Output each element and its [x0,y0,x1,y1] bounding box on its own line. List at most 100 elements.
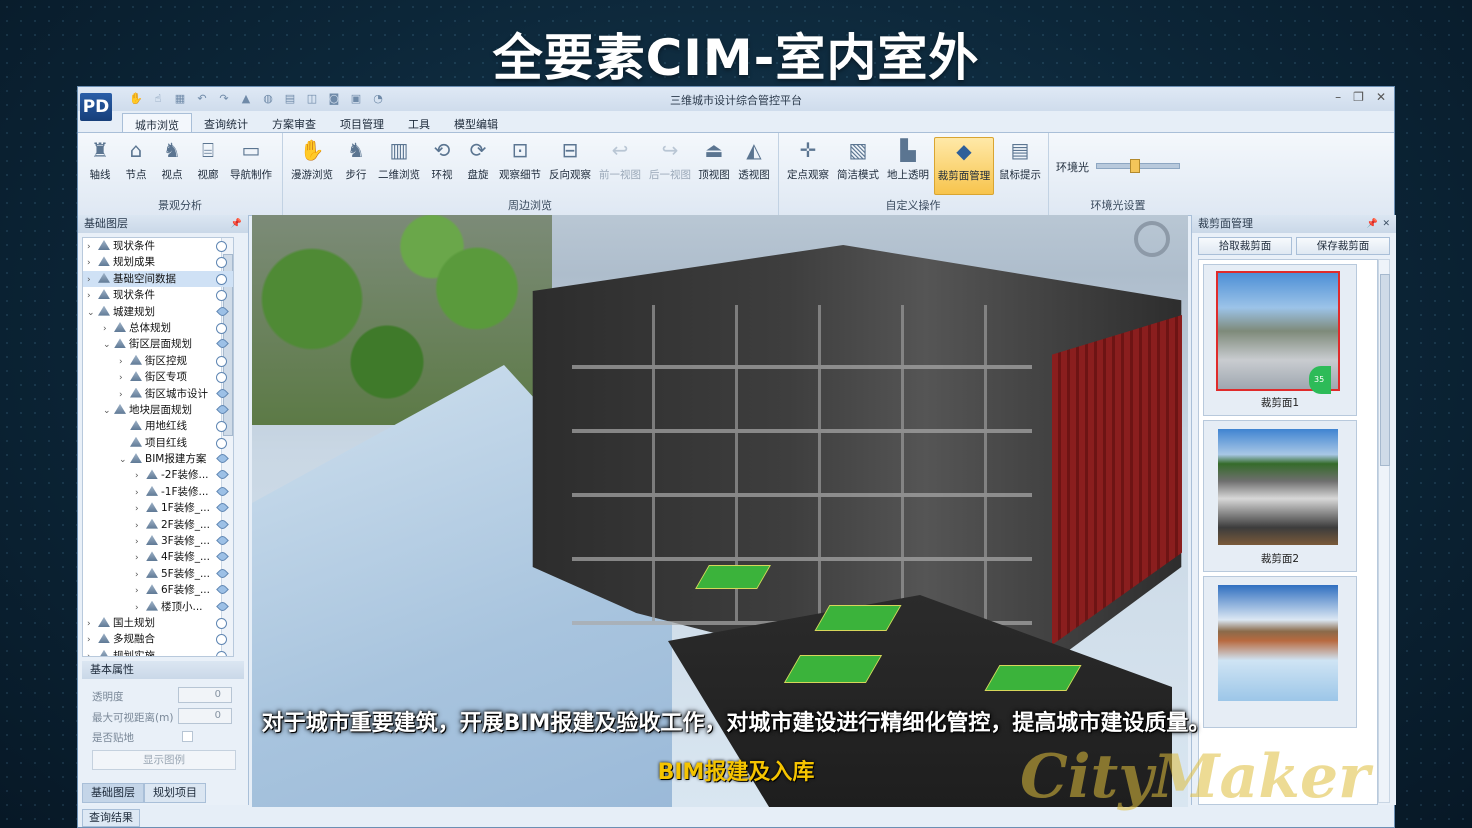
layer-tree-item[interactable]: › 街区城市设计 [83,386,233,402]
node-button[interactable]: ⌂ 节点 [116,137,156,182]
top-view-button[interactable]: ⏏ 顶视图 [694,137,734,182]
fixed-observe-button[interactable]: ✛ 定点观察 [784,137,832,182]
roam-button[interactable]: ✋ 漫游浏览 [288,137,336,182]
close-button[interactable]: ✕ [1376,90,1386,104]
visibility-toggle-icon[interactable] [216,257,227,269]
layer-tree-item[interactable]: ⌄ 地块层面规划 [83,402,233,418]
tab-query-stats[interactable]: 查询统计 [192,113,260,133]
expand-arrow-icon[interactable]: › [135,600,143,616]
view-corridor-button[interactable]: ⌸ 视廊 [188,137,228,182]
layer-tree-item[interactable]: 用地红线 [83,418,233,434]
layer-tree-item[interactable]: › 楼顶小... [83,599,233,615]
expand-arrow-icon[interactable]: › [87,632,95,648]
reverse-observe-button[interactable]: ⊟ 反向观察 [546,137,594,182]
visible-eye-icon[interactable] [216,468,229,482]
detail-observe-button[interactable]: ⊡ 观察细节 [496,137,544,182]
simple-mode-button[interactable]: ▧ 简洁模式 [834,137,882,182]
layer-tree-item[interactable]: › 现状条件 [83,238,233,254]
visibility-toggle-icon[interactable] [216,437,227,449]
walk-button[interactable]: ♞ 步行 [336,137,376,182]
visibility-toggle-icon[interactable] [216,355,227,367]
mouse-tip-button[interactable]: ▤ 鼠标提示 [996,137,1044,182]
visibility-toggle-icon[interactable] [216,322,227,334]
visibility-toggle-icon[interactable] [216,617,227,629]
expand-arrow-icon[interactable]: › [135,501,143,517]
visible-eye-icon[interactable] [216,304,229,318]
orbit-button[interactable]: ⟳ 盘旋 [458,137,498,182]
expand-arrow-icon[interactable]: › [87,616,95,632]
layer-tree-item[interactable]: › 基础空间数据 [83,270,233,288]
expand-arrow-icon[interactable]: › [135,534,143,550]
expand-arrow-icon[interactable]: › [135,485,143,501]
visibility-toggle-icon[interactable] [216,421,227,433]
expand-arrow-icon[interactable]: › [87,272,95,288]
visible-eye-icon[interactable] [216,452,229,465]
visibility-toggle-icon[interactable] [216,290,227,302]
tab-base-layers[interactable]: 基础图层 [82,783,144,803]
tab-project-manage[interactable]: 项目管理 [328,113,396,133]
expand-arrow-icon[interactable]: › [87,649,95,656]
clip-thumbnail[interactable]: 裁剪面2 [1203,420,1357,572]
layer-tree-item[interactable]: ⌄ BIM报建方案 [83,451,233,467]
visible-eye-icon[interactable] [216,517,229,531]
expand-arrow-icon[interactable]: ⌄ [103,403,111,419]
ground-transparent-button[interactable]: ▙ 地上透明 [884,137,932,182]
layer-tree-item[interactable]: › 规划实施 [83,648,233,656]
expand-arrow-icon[interactable]: › [135,550,143,566]
tab-model-edit[interactable]: 模型编辑 [442,113,510,133]
ambient-slider-thumb[interactable] [1130,159,1141,173]
2d-browse-button[interactable]: ▥ 二维浏览 [376,137,422,182]
visible-eye-icon[interactable] [216,337,229,351]
clip-thumbnail[interactable]: 裁剪面1 [1203,264,1357,416]
visibility-toggle-icon[interactable] [216,241,227,252]
viewpoint-button[interactable]: ♞ 视点 [152,137,192,182]
restore-button[interactable]: ❐ [1353,90,1364,104]
layer-tree-item[interactable]: › 多规融合 [83,631,233,647]
expand-arrow-icon[interactable]: › [135,567,143,583]
visibility-toggle-icon[interactable] [216,634,227,646]
visible-eye-icon[interactable] [216,599,229,613]
layer-tree-item[interactable]: › 4F装修_... [83,549,233,565]
layer-tree-item[interactable]: ⌄ 城建规划 [83,304,233,320]
nav-make-button[interactable]: ▭ 导航制作 [226,137,276,182]
layer-tree-item[interactable]: 项目红线 [83,435,233,451]
expand-arrow-icon[interactable]: › [135,468,143,484]
axis-button[interactable]: ♜ 轴线 [80,137,120,182]
layer-tree-item[interactable]: › 2F装修_... [83,517,233,533]
pick-clip-plane-button[interactable]: 拾取裁剪面 [1198,237,1292,255]
save-clip-plane-button[interactable]: 保存裁剪面 [1296,237,1390,255]
layer-tree-item[interactable]: › 5F装修_... [83,566,233,582]
expand-arrow-icon[interactable]: › [135,583,143,599]
expand-arrow-icon[interactable]: › [119,370,127,386]
layer-tree-item[interactable]: › 街区专项 [83,369,233,385]
tab-city-browse[interactable]: 城市浏览 [122,113,192,134]
minimize-button[interactable]: – [1335,90,1341,104]
visible-eye-icon[interactable] [216,501,229,515]
expand-arrow-icon[interactable]: › [119,387,127,403]
expand-arrow-icon[interactable]: › [103,321,111,337]
visible-eye-icon[interactable] [216,566,229,580]
expand-arrow-icon[interactable]: ⌄ [119,452,127,468]
layer-tree-item[interactable]: ⌄ 街区层面规划 [83,336,233,352]
pin-icon[interactable]: 📌 [1367,215,1378,233]
visibility-toggle-icon[interactable] [216,273,227,285]
tab-plan-projects[interactable]: 规划项目 [144,783,206,803]
query-results-tab[interactable]: 查询结果 [82,809,140,827]
prev-view-button[interactable]: ↩ 前一视图 [596,137,644,182]
visible-eye-icon[interactable] [216,583,229,597]
visible-eye-icon[interactable] [216,403,229,416]
layer-tree-item[interactable]: › 现状条件 [83,287,233,303]
layer-tree-item[interactable]: › 总体规划 [83,320,233,336]
layer-tree-item[interactable]: › 街区控规 [83,353,233,369]
layer-tree-item[interactable]: › 1F装修_... [83,500,233,516]
visible-eye-icon[interactable] [216,386,229,400]
close-icon[interactable]: ✕ [1382,215,1390,233]
layer-tree-item[interactable]: › 6F装修_... [83,582,233,598]
expand-arrow-icon[interactable]: › [119,354,127,370]
expand-arrow-icon[interactable]: › [87,288,95,304]
layer-tree-item[interactable]: › -2F装修... [83,467,233,483]
layer-tree-item[interactable]: › 规划成果 [83,254,233,270]
visible-eye-icon[interactable] [216,484,229,498]
clip-plane-manage-button[interactable]: ◆ 裁剪面管理 [934,137,994,195]
ambient-slider[interactable] [1096,159,1180,173]
